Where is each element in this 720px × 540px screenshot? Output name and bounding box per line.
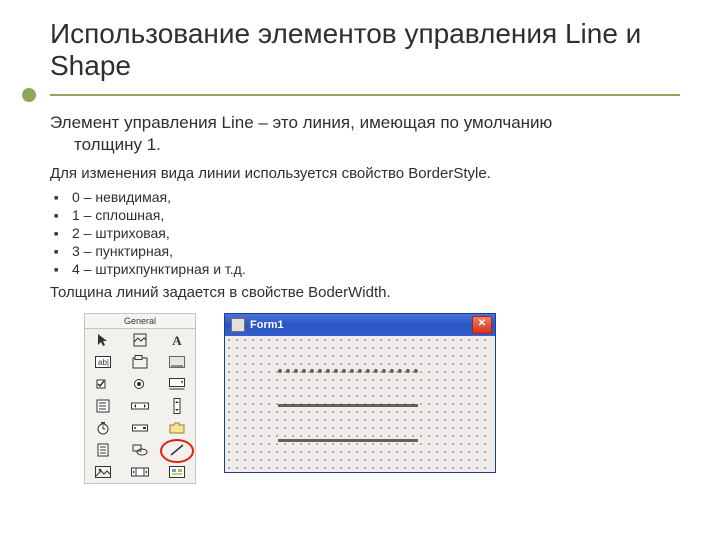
ole-tool-icon[interactable] xyxy=(158,461,195,483)
slide-title: Использование элементов управления Line … xyxy=(50,18,680,82)
filelistbox-tool-icon[interactable] xyxy=(85,439,122,461)
form-client-area xyxy=(228,339,492,469)
optionbutton-tool-icon[interactable] xyxy=(122,373,159,395)
dirlistbox-tool-icon[interactable] xyxy=(158,417,195,439)
lead-paragraph: Элемент управления Line – это линия, име… xyxy=(50,112,680,156)
borderstyle-options: 0 – невидимая, 1 – сплошная, 2 – штрихов… xyxy=(50,188,680,278)
form-system-icon[interactable] xyxy=(231,318,245,332)
list-item: 1 – сплошная, xyxy=(54,206,680,224)
slide: Использование элементов управления Line … xyxy=(0,0,720,540)
accent-rule xyxy=(50,94,680,96)
checkbox-tool-icon[interactable] xyxy=(85,373,122,395)
timer-tool-icon[interactable] xyxy=(85,417,122,439)
picturebox-tool-icon[interactable] xyxy=(122,329,159,351)
hscrollbar-tool-icon[interactable] xyxy=(122,395,159,417)
vb-toolbox: General A ab| xyxy=(84,313,196,484)
borderwidth-note: Толщина линий задается в свойстве BoderW… xyxy=(50,284,680,301)
list-item: 4 – штрихпунктирная и т.д. xyxy=(54,260,680,278)
list-item: 2 – штриховая, xyxy=(54,224,680,242)
drivelistbox-tool-icon[interactable] xyxy=(122,417,159,439)
titlebar-left: Form1 xyxy=(231,318,284,332)
frame-tool-icon[interactable] xyxy=(122,351,159,373)
list-item: 3 – пунктирная, xyxy=(54,242,680,260)
lead-line-1: Элемент управления Line – это линия, име… xyxy=(50,113,552,132)
close-icon[interactable]: ✕ xyxy=(472,316,492,334)
lead-line-2: толщину 1. xyxy=(56,135,161,154)
shape-tool-icon[interactable] xyxy=(122,439,159,461)
line-sample-solid-1 xyxy=(278,404,418,407)
toolbox-grid: A ab| xyxy=(85,329,195,483)
image-tool-icon[interactable] xyxy=(85,461,122,483)
list-item: 0 – невидимая, xyxy=(54,188,680,206)
label-tool-icon[interactable]: A xyxy=(158,329,195,351)
textbox-tool-icon[interactable]: ab| xyxy=(85,351,122,373)
figures-row: General A ab| xyxy=(50,313,680,484)
svg-text:ab|: ab| xyxy=(98,358,109,367)
line-sample-dotted xyxy=(278,369,418,373)
listbox-tool-icon[interactable] xyxy=(85,395,122,417)
data-tool-icon[interactable] xyxy=(122,461,159,483)
accent-dot xyxy=(22,88,36,102)
commandbutton-tool-icon[interactable] xyxy=(158,351,195,373)
title-rule xyxy=(50,88,680,102)
combobox-tool-icon[interactable] xyxy=(158,373,195,395)
vscrollbar-tool-icon[interactable] xyxy=(158,395,195,417)
svg-text:A: A xyxy=(172,333,182,347)
form-title-text: Form1 xyxy=(250,319,284,331)
borderstyle-desc: Для изменения вида линии используется св… xyxy=(50,165,680,182)
toolbox-tab-general[interactable]: General xyxy=(85,314,195,329)
form-window: Form1 ✕ xyxy=(224,313,496,473)
pointer-tool-icon[interactable] xyxy=(85,329,122,351)
form-titlebar: Form1 ✕ xyxy=(225,314,495,336)
line-sample-solid-2 xyxy=(278,439,418,442)
line-tool-icon[interactable] xyxy=(158,439,195,461)
